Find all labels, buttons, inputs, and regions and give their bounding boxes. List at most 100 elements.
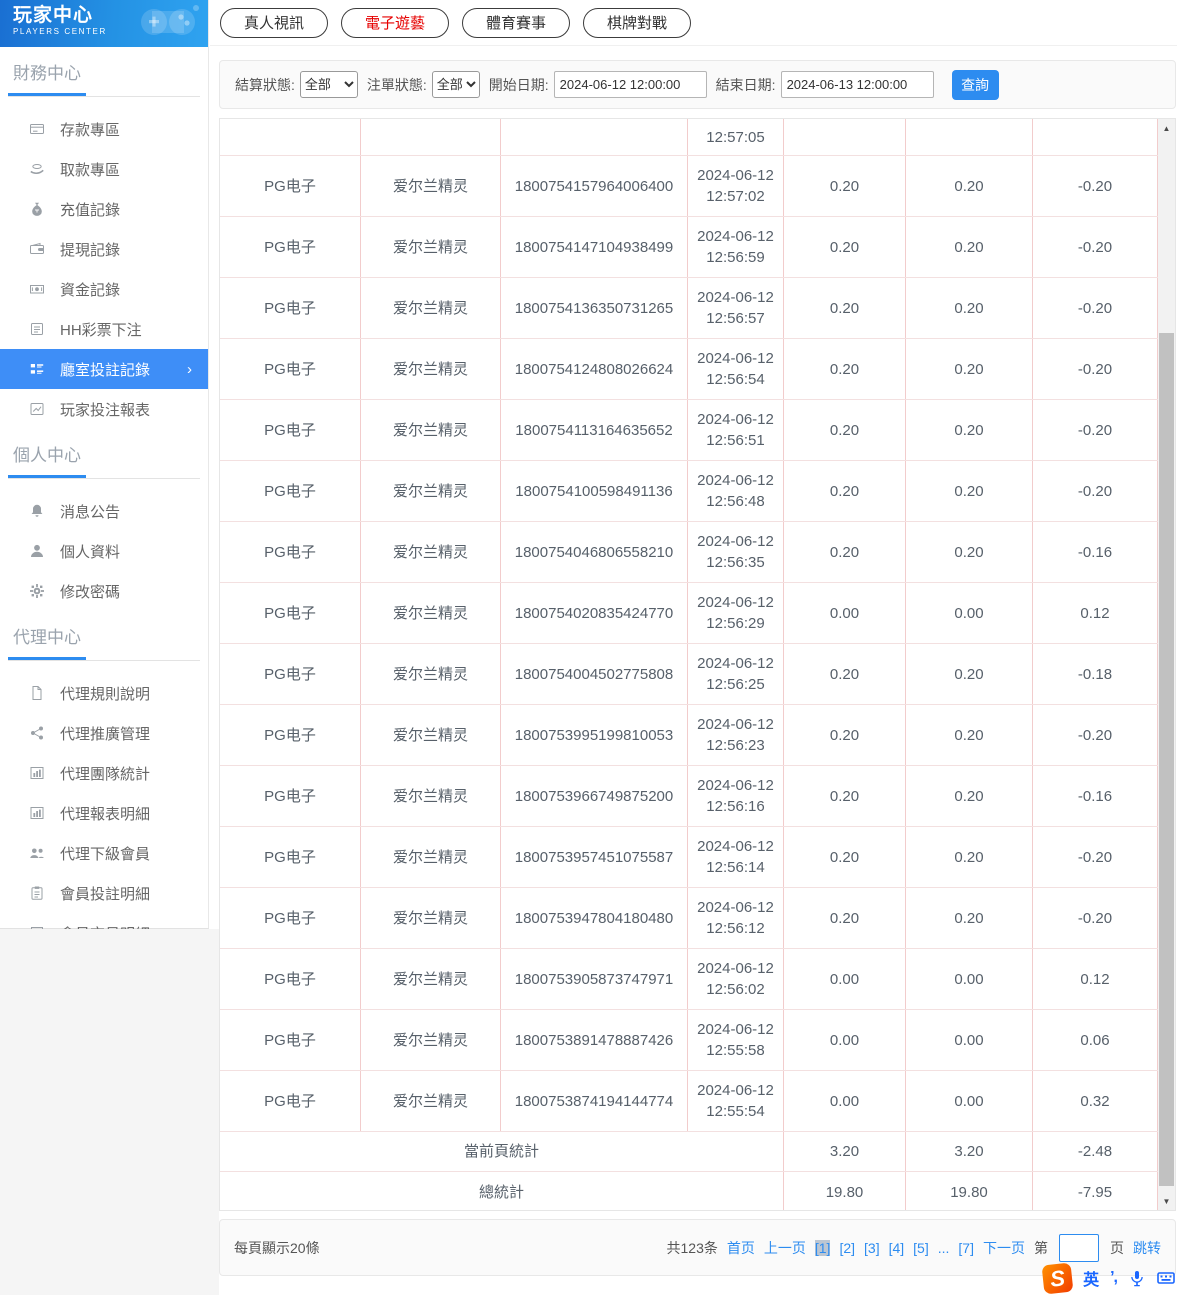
sidebar-item[interactable]: 存款專區: [0, 109, 208, 149]
sidebar-item[interactable]: 修改密碼: [0, 571, 208, 611]
cell-game-name: 爱尔兰精灵: [361, 949, 501, 1009]
page-number-link[interactable]: [4]: [889, 1240, 905, 1256]
sidebar-item[interactable]: 玩家投注報表: [0, 389, 208, 429]
cell-win-loss: 0.12: [1033, 583, 1158, 643]
cell-valid-bet: 0.20: [906, 827, 1033, 887]
cell-platform: PG电子: [220, 766, 361, 826]
share-icon: [29, 725, 45, 741]
tab-button[interactable]: 真人視訊: [220, 7, 329, 38]
cell-bet-amount: 0.00: [784, 1071, 906, 1131]
cell-bet-amount: 0.20: [784, 766, 906, 826]
jump-button[interactable]: 跳转: [1133, 1238, 1161, 1258]
start-date-input[interactable]: [553, 71, 707, 98]
cell-valid-bet: 0.20: [906, 644, 1033, 704]
sidebar-item[interactable]: 會員投註明細: [0, 873, 208, 913]
filter-bar: 結算狀態: 全部 注單狀態: 全部 開始日期: 結束日期: 查詢: [219, 60, 1176, 109]
page-number-link[interactable]: [7]: [958, 1240, 974, 1256]
withdraw-record-wallet-icon: [29, 241, 45, 257]
table-row: PG电子 爱尔兰精灵 1800754020835424770 2024-06-12 1…: [220, 583, 1158, 644]
ime-punctuation-toggle[interactable]: ’,: [1110, 1269, 1118, 1287]
cell-game-name: 爱尔兰精灵: [361, 339, 501, 399]
summary-valid-total: 3.20: [906, 1132, 1033, 1171]
ime-language-toggle[interactable]: 英: [1083, 1266, 1099, 1290]
cell-win-loss: -0.20: [1033, 400, 1158, 460]
table-row: PG电子 爱尔兰精灵 1800754046806558210 2024-06-12 1…: [220, 522, 1158, 583]
cell-game-name: 爱尔兰精灵: [361, 644, 501, 704]
cell-platform: PG电子: [220, 156, 361, 216]
table-row: PG电子 爱尔兰精灵 1800754124808026624 2024-06-12 1…: [220, 339, 1158, 400]
cell-game-name: 爱尔兰精灵: [361, 888, 501, 948]
table-row: PG电子 爱尔兰精灵 1800753947804180480 2024-06-12 1…: [220, 888, 1158, 949]
keyboard-icon[interactable]: [1157, 1269, 1175, 1287]
sidebar-item[interactable]: 代理報表明細: [0, 793, 208, 833]
cell-win-loss: -0.20: [1033, 827, 1158, 887]
sidebar-item[interactable]: 代理下級會員: [0, 833, 208, 873]
sogou-logo-icon[interactable]: S: [1041, 1262, 1074, 1294]
sidebar-item[interactable]: 代理規則說明: [0, 673, 208, 713]
summary-winloss-total: -2.48: [1033, 1132, 1158, 1171]
scrollbar-thumb[interactable]: [1159, 333, 1174, 1186]
cell-bet-time: 2024-06-12 12:56:59: [688, 217, 784, 277]
cell-game-name: 爱尔兰精灵: [361, 1071, 501, 1131]
cell-bet-amount: 0.20: [784, 827, 906, 887]
sidebar-item[interactable]: 個人資料: [0, 531, 208, 571]
doc-icon: [29, 685, 45, 701]
sidebar-item[interactable]: 取款專區: [0, 149, 208, 189]
settle-status-select[interactable]: 全部: [299, 71, 358, 98]
cell-valid-bet: 0.00: [906, 1071, 1033, 1131]
cell-order-number: 1800753905873747971: [501, 949, 688, 1009]
scroll-up-arrow-icon[interactable]: ▲: [1158, 120, 1175, 136]
scroll-down-arrow-icon[interactable]: ▼: [1158, 1193, 1175, 1209]
cell-bet-amount: 0.20: [784, 339, 906, 399]
sidebar-item[interactable]: 充值記錄: [0, 189, 208, 229]
cell-game-name: 爱尔兰精灵: [361, 278, 501, 338]
cell-bet-amount: 0.20: [784, 400, 906, 460]
sidebar-item[interactable]: 提現記錄: [0, 229, 208, 269]
cell-order-number: 1800753995199810053: [501, 705, 688, 765]
microphone-icon[interactable]: [1128, 1269, 1146, 1287]
room-bet-record-icon: [29, 361, 45, 377]
cell-bet-amount: 0.00: [784, 949, 906, 1009]
page-number-link[interactable]: [5]: [913, 1240, 929, 1256]
page-number-link[interactable]: [1]: [814, 1239, 831, 1256]
tab-button[interactable]: 棋牌對戰: [583, 7, 692, 38]
page-number-link[interactable]: [3]: [864, 1240, 880, 1256]
table-row: PG电子 爱尔兰精灵 1800754136350731265 2024-06-12 1…: [220, 278, 1158, 339]
cell-order-number: 1800753891478887426: [501, 1010, 688, 1070]
cell-win-loss: -0.16: [1033, 522, 1158, 582]
tab-button[interactable]: 體育賽事: [462, 7, 571, 38]
vertical-scrollbar[interactable]: ▲ ▼: [1158, 119, 1175, 1210]
sidebar-item[interactable]: 代理推廣管理: [0, 713, 208, 753]
jump-prefix-label: 第: [1034, 1239, 1048, 1256]
cell-bet-time: 2024-06-12 12:56:14: [688, 827, 784, 887]
cell-bet-amount: 0.20: [784, 156, 906, 216]
tab-button[interactable]: 電子遊藝: [341, 7, 450, 38]
sidebar-item[interactable]: 廳室投註記錄 ›: [0, 349, 208, 389]
search-button[interactable]: 查詢: [951, 69, 999, 100]
sidebar-item[interactable]: HH彩票下注: [0, 309, 208, 349]
end-date-input[interactable]: [780, 71, 934, 98]
cell-bet-amount: [784, 119, 906, 155]
sidebar-item[interactable]: 消息公告: [0, 491, 208, 531]
page-number-link[interactable]: [2]: [839, 1240, 855, 1256]
sidebar-item[interactable]: 資金記錄: [0, 269, 208, 309]
prev-page-link[interactable]: 上一页: [764, 1238, 806, 1258]
sidebar-item-label: 取款專區: [60, 161, 121, 179]
cell-valid-bet: 0.20: [906, 400, 1033, 460]
settle-status-label: 結算狀態:: [235, 76, 295, 93]
sidebar-item-label: 修改密碼: [60, 583, 121, 601]
sidebar-item[interactable]: 代理團隊統計: [0, 753, 208, 793]
section-underline: [8, 657, 200, 661]
cell-win-loss: 0.06: [1033, 1010, 1158, 1070]
cell-platform: PG电子: [220, 522, 361, 582]
table-row: PG电子 爱尔兰精灵 1800753891478887426 2024-06-12 1…: [220, 1010, 1158, 1071]
sidebar-item-label: 代理推廣管理: [60, 725, 151, 743]
page-background: [0, 929, 219, 1295]
cell-platform: PG电子: [220, 1071, 361, 1131]
next-page-link[interactable]: 下一页: [983, 1238, 1025, 1258]
gamepad-icon: [130, 2, 204, 47]
cell-valid-bet: 0.20: [906, 217, 1033, 277]
jump-page-input[interactable]: [1059, 1233, 1099, 1262]
first-page-link[interactable]: 首页: [727, 1238, 755, 1258]
order-status-select[interactable]: 全部: [431, 71, 480, 98]
